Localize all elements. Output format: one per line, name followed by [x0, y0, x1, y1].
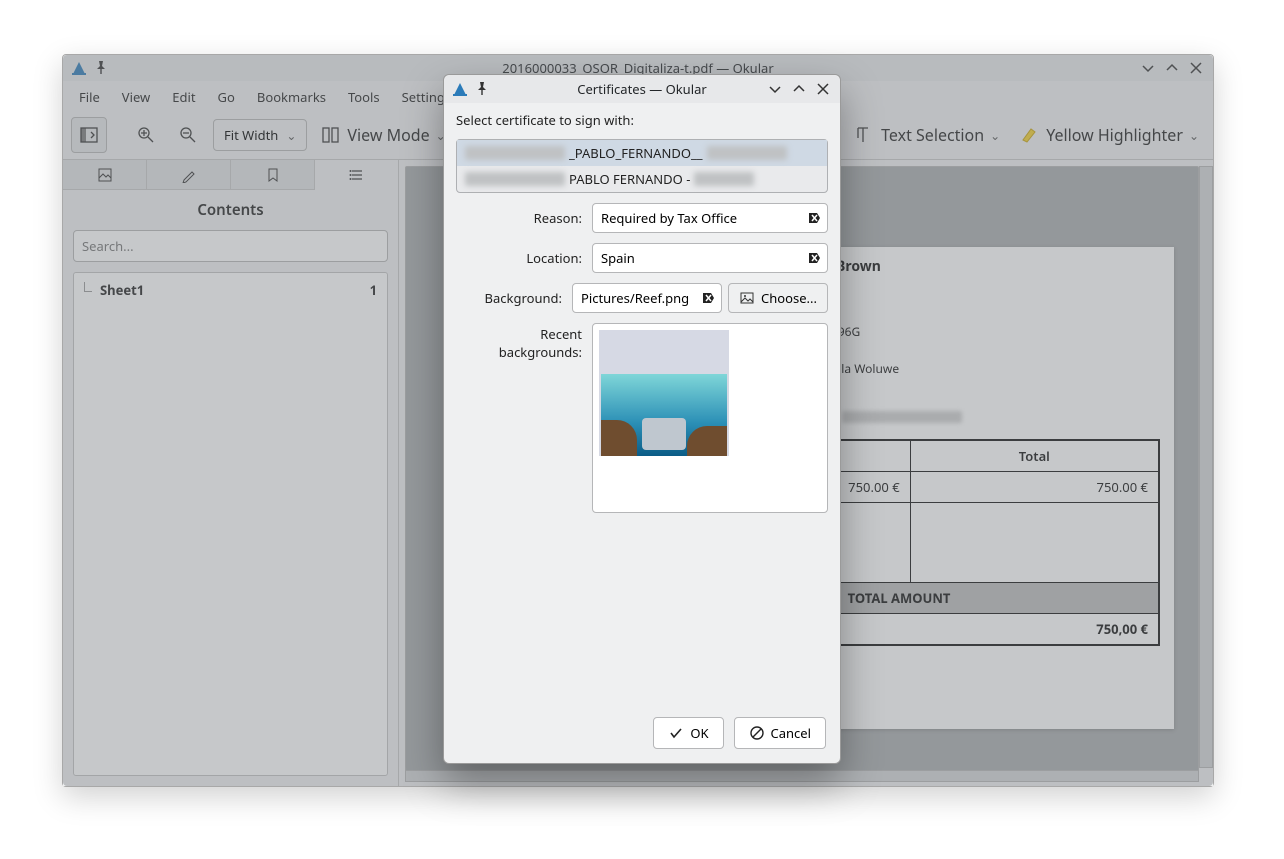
clear-reason-button[interactable] [804, 208, 824, 228]
dialog-minimize-button[interactable] [766, 80, 784, 98]
text-selection-button[interactable]: Text Selection ⌄ [849, 118, 1006, 152]
menu-bookmarks[interactable]: Bookmarks [247, 85, 336, 109]
zoom-out-button[interactable] [171, 118, 205, 152]
horizontal-scrollbar[interactable] [405, 770, 1199, 782]
certificate-item[interactable]: _PABLO_FERNANDO__ [457, 140, 827, 166]
text-selection-label: Text Selection [881, 124, 984, 146]
app-icon [452, 81, 468, 97]
chevron-down-icon: ⌄ [286, 127, 296, 144]
clear-location-button[interactable] [804, 248, 824, 268]
zoom-in-button[interactable] [129, 118, 163, 152]
dialog-maximize-button[interactable] [790, 80, 808, 98]
certificate-item[interactable]: PABLO FERNANDO - [457, 166, 827, 192]
vertical-scrollbar[interactable] [1199, 166, 1213, 768]
tab-bookmarks[interactable] [231, 160, 315, 190]
contents-search[interactable] [73, 230, 388, 262]
clear-background-button[interactable] [698, 288, 718, 308]
menu-view[interactable]: View [112, 85, 160, 109]
choose-background-button[interactable]: Choose... [728, 283, 828, 313]
recent-background-thumbnail[interactable] [599, 330, 729, 456]
background-label: Background: [456, 289, 562, 307]
reason-label: Reason: [456, 209, 582, 227]
chevron-down-icon: ⌄ [1189, 127, 1199, 144]
pin-icon[interactable] [93, 60, 109, 76]
menu-tools[interactable]: Tools [338, 85, 390, 109]
pin-icon[interactable] [474, 81, 490, 97]
zoom-mode-label: Fit Width [224, 126, 278, 144]
cancel-button[interactable]: Cancel [734, 717, 826, 749]
menu-edit[interactable]: Edit [162, 85, 205, 109]
chevron-down-icon: ⌄ [990, 127, 1000, 144]
highlighter-label: Yellow Highlighter [1046, 124, 1183, 146]
image-icon [739, 290, 755, 306]
cancel-label: Cancel [771, 724, 811, 742]
highlighter-icon [1020, 125, 1040, 145]
close-button[interactable] [1187, 59, 1205, 77]
location-input[interactable] [592, 243, 828, 273]
tree-item[interactable]: Sheet1 1 [80, 279, 381, 301]
recent-backgrounds-label: Recent backgrounds: [456, 323, 582, 513]
menu-go[interactable]: Go [208, 85, 245, 109]
zoom-mode-select[interactable]: Fit Width ⌄ [213, 119, 307, 151]
cancel-icon [749, 725, 765, 741]
tree-item-label: Sheet1 [100, 281, 144, 299]
search-input[interactable] [73, 230, 388, 262]
app-icon [71, 60, 87, 76]
certificate-prompt: Select certificate to sign with: [456, 111, 828, 129]
contents-tree[interactable]: Sheet1 1 [73, 272, 388, 776]
location-label: Location: [456, 249, 582, 267]
check-icon [668, 725, 684, 741]
tab-annotations[interactable] [147, 160, 231, 190]
minimize-button[interactable] [1139, 59, 1157, 77]
toggle-sidebar-button[interactable] [71, 117, 107, 153]
reef-thumbnail-image [601, 374, 727, 456]
certificates-dialog: Certificates — Okular Select certificate… [443, 74, 841, 764]
ok-button[interactable]: OK [653, 717, 723, 749]
highlighter-button[interactable]: Yellow Highlighter ⌄ [1014, 118, 1205, 152]
tab-contents[interactable] [315, 160, 398, 190]
view-mode-label: View Mode [347, 124, 429, 146]
menu-file[interactable]: File [69, 85, 110, 109]
certificate-list[interactable]: _PABLO_FERNANDO__ PABLO FERNANDO - [456, 139, 828, 193]
tree-item-page: 1 [370, 281, 377, 299]
tab-thumbnails[interactable] [63, 160, 147, 190]
maximize-button[interactable] [1163, 59, 1181, 77]
reason-input[interactable] [592, 203, 828, 233]
ok-label: OK [690, 724, 708, 742]
dialog-titlebar: Certificates — Okular [444, 75, 840, 103]
view-mode-button[interactable]: View Mode ⌄ [315, 118, 451, 152]
panel-title: Contents [63, 190, 398, 230]
recent-backgrounds-list[interactable] [592, 323, 828, 513]
text-selection-icon [855, 125, 875, 145]
choose-label: Choose... [761, 289, 817, 307]
dialog-close-button[interactable] [814, 80, 832, 98]
side-panel: Contents Sheet1 1 [63, 160, 399, 786]
view-mode-icon [321, 125, 341, 145]
